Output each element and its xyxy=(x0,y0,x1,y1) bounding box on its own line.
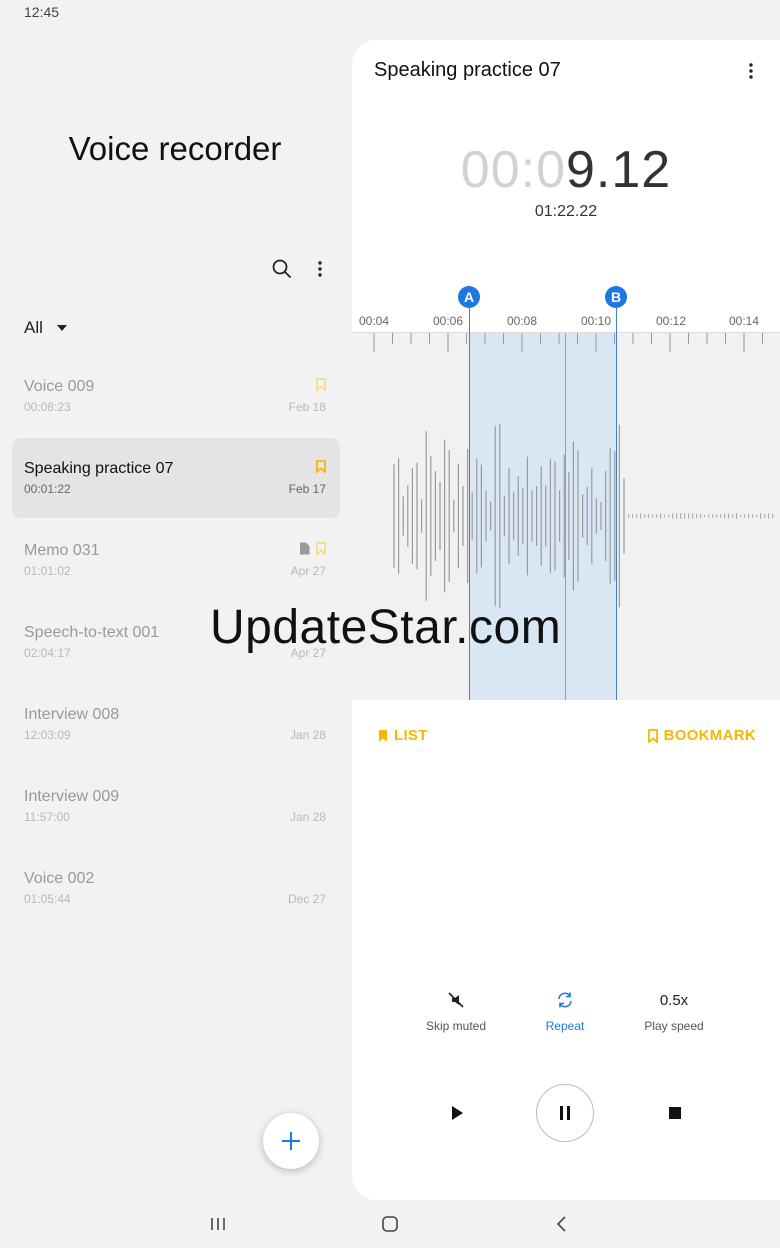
recording-date: Jan 28 xyxy=(289,810,326,824)
recent-apps-icon xyxy=(211,1218,225,1230)
bookmark-button[interactable]: BOOKMARK xyxy=(647,727,756,744)
recording-date: Apr 27 xyxy=(290,564,326,578)
recording-date: Dec 27 xyxy=(287,892,326,906)
marker-b-line xyxy=(616,304,617,700)
add-recording-button[interactable] xyxy=(263,1113,319,1169)
search-icon[interactable] xyxy=(269,256,295,282)
document-icon xyxy=(299,542,310,560)
ruler-baseline xyxy=(352,332,780,333)
timeline-label: 00:04 xyxy=(358,314,390,328)
play-speed-value: 0.5x xyxy=(659,991,689,1009)
recording-duration: 12:03:09 xyxy=(24,728,71,742)
recording-name: Voice 009 xyxy=(24,378,95,395)
recording-title: Speaking practice 07 xyxy=(374,59,561,81)
pause-button[interactable] xyxy=(536,1084,594,1142)
home-icon xyxy=(382,1216,398,1232)
repeat-button[interactable]: Repeat xyxy=(515,988,615,1033)
marker-b-handle[interactable]: B xyxy=(605,286,627,308)
recording-duration: 00:01:22 xyxy=(24,482,71,496)
skip-muted-button[interactable]: Skip muted xyxy=(406,988,506,1033)
recording-name: Voice 002 xyxy=(24,870,95,887)
system-nav-bar xyxy=(0,1200,780,1248)
play-speed-button[interactable]: 0.5x Play speed xyxy=(624,988,724,1034)
timeline-label: 00:08 xyxy=(506,314,538,328)
skip-muted-icon xyxy=(406,988,506,1012)
filter-label: All xyxy=(24,318,43,337)
play-button[interactable] xyxy=(444,1100,470,1126)
recording-name: Speaking practice 07 xyxy=(24,460,174,477)
bookmark-icon xyxy=(647,728,658,743)
recording-item[interactable]: Speaking practice 07 00:01:22 Feb 17 xyxy=(12,438,340,518)
more-options-icon[interactable] xyxy=(307,256,333,282)
home-button[interactable] xyxy=(375,1212,405,1236)
recording-name: Memo 031 xyxy=(24,542,100,559)
bookmark-icon xyxy=(316,542,326,560)
timeline-label: 00:14 xyxy=(728,314,760,328)
recent-apps-button[interactable] xyxy=(203,1212,233,1236)
list-button[interactable]: LIST xyxy=(378,727,428,744)
recording-duration: 11:57:00 xyxy=(24,810,70,824)
recording-item[interactable]: Memo 031 01:01:02 Apr 27 xyxy=(12,520,340,600)
recording-duration: 01:01:02 xyxy=(24,564,71,578)
bookmark-label: BOOKMARK xyxy=(663,727,756,744)
play-icon xyxy=(452,1106,463,1120)
stop-button[interactable] xyxy=(662,1100,688,1126)
waveform-timeline[interactable]: 00:04 00:06 00:08 00:10 00:12 00:14 A B xyxy=(352,286,780,740)
recording-date: Feb 17 xyxy=(288,482,326,496)
elapsed-time-dim: 00:0 xyxy=(460,141,566,199)
playhead[interactable] xyxy=(565,332,566,700)
recording-icons xyxy=(316,378,326,396)
plus-icon xyxy=(282,1132,300,1150)
skip-muted-label: Skip muted xyxy=(425,1019,487,1033)
bookmark-icon xyxy=(379,729,387,742)
recording-date: Jan 28 xyxy=(289,728,326,742)
recording-item[interactable]: Voice 002 01:05:44 Dec 27 xyxy=(12,848,340,928)
app-title: Voice recorder xyxy=(68,130,282,167)
recording-duration: 00:08:23 xyxy=(24,400,71,414)
bookmark-icon xyxy=(316,460,326,478)
recording-duration: 01:05:44 xyxy=(24,892,71,906)
elapsed-time: 00:09.12 xyxy=(352,140,780,200)
marker-a-handle[interactable]: A xyxy=(458,286,480,308)
chevron-down-icon xyxy=(56,325,67,331)
recording-name: Interview 008 xyxy=(24,706,120,723)
recording-item[interactable]: Voice 009 00:08:23 Feb 18 xyxy=(12,356,340,436)
recording-name: Speech-to-text 001 xyxy=(24,624,160,641)
timeline-label: 00:12 xyxy=(655,314,687,328)
repeat-icon xyxy=(515,988,615,1012)
stop-icon xyxy=(669,1107,681,1119)
back-icon xyxy=(556,1216,566,1232)
pause-icon xyxy=(560,1106,570,1120)
elapsed-time-bright: 9.12 xyxy=(566,141,672,199)
recording-date: Feb 18 xyxy=(288,400,326,414)
total-duration: 01:22.22 xyxy=(534,203,598,220)
timeline-label: 00:10 xyxy=(580,314,612,328)
list-label: LIST xyxy=(394,727,428,744)
recording-duration: 02:04:17 xyxy=(24,646,71,660)
back-button[interactable] xyxy=(547,1212,577,1236)
recording-item[interactable]: Interview 008 12:03:09 Jan 28 xyxy=(12,684,340,764)
play-speed-label: Play speed xyxy=(644,1019,704,1033)
recording-icons xyxy=(299,542,326,560)
recording-name: Interview 009 xyxy=(24,788,120,805)
recording-item[interactable]: Interview 009 11:57:00 Jan 28 xyxy=(12,766,340,846)
watermark: UpdateStar.com xyxy=(210,601,562,654)
filter-dropdown[interactable]: All xyxy=(24,318,67,338)
recording-icons xyxy=(316,460,326,478)
repeat-label: Repeat xyxy=(545,1019,585,1033)
timeline-label: 00:06 xyxy=(432,314,464,328)
bookmark-icon xyxy=(316,378,326,396)
player-more-icon[interactable] xyxy=(740,58,762,84)
